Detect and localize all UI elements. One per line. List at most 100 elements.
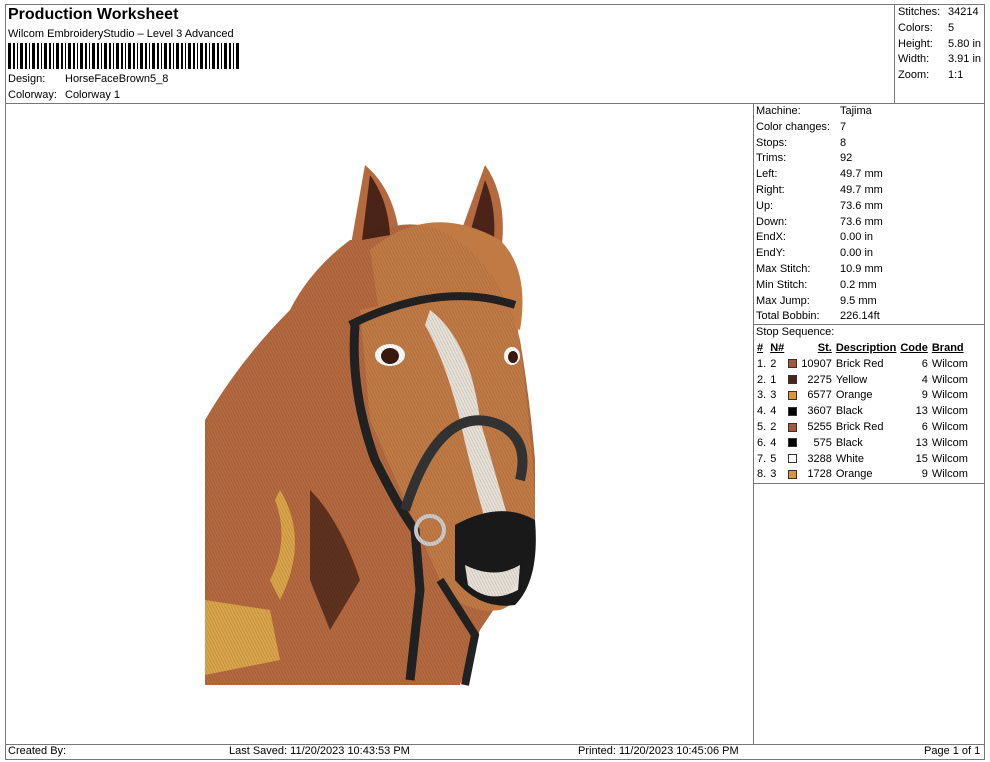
barcode xyxy=(8,43,239,69)
color-swatch-box xyxy=(788,390,798,400)
stop-num: 7. xyxy=(757,452,767,465)
page-number: Page 1 of 1 xyxy=(924,745,981,757)
stop-stitches: 575 xyxy=(813,436,832,449)
summary-divider xyxy=(894,4,895,103)
stop-row: 7. 5 3288 White 15 Wilcom xyxy=(755,452,970,468)
machine-info-value: 0.00 in xyxy=(840,231,874,244)
summary-label: Height: xyxy=(898,37,933,50)
stop-needle: 4 xyxy=(770,405,777,418)
col-code: Code xyxy=(900,342,928,354)
summary-label: Width: xyxy=(898,53,930,66)
page-title: Production Worksheet xyxy=(8,6,179,23)
machine-info-label: Up: xyxy=(756,199,774,212)
stop-sequence-divider xyxy=(753,324,985,325)
stop-stitches: 5255 xyxy=(807,420,832,433)
summary-value: 5 xyxy=(948,21,955,34)
machine-info-label: Total Bobbin: xyxy=(756,310,820,323)
color-swatch xyxy=(786,373,799,389)
stop-stitches: 10907 xyxy=(801,357,832,370)
last-saved: Last Saved: 11/20/2023 10:43:53 PM xyxy=(229,745,410,757)
colorway-label: Colorway: xyxy=(8,89,57,101)
stop-needle: 2 xyxy=(770,420,777,433)
color-swatch-box xyxy=(788,438,798,448)
color-swatch-box xyxy=(788,454,798,464)
stop-stitches: 3288 xyxy=(807,452,832,465)
stop-sequence-title: Stop Sequence: xyxy=(756,326,835,338)
stop-num: 8. xyxy=(757,468,767,481)
stop-brand: Wilcom xyxy=(931,357,968,370)
summary-label: Stitches: xyxy=(898,6,941,18)
stop-description: White xyxy=(835,452,864,465)
horse-face-embroidery xyxy=(205,165,536,686)
design-preview xyxy=(205,165,536,686)
stop-sequence-table: # N# St. Description Code Brand 1. 2 10907… xyxy=(755,341,970,483)
stop-row: 1. 2 10907 Brick Red 6 Wilcom xyxy=(755,357,970,373)
col-num: # xyxy=(757,342,764,354)
stop-brand: Wilcom xyxy=(931,373,968,386)
machine-info-label: Color changes: xyxy=(756,120,830,133)
machine-info-label: Trims: xyxy=(756,152,787,165)
stop-stitches: 3607 xyxy=(807,405,832,418)
color-swatch-box xyxy=(788,422,798,432)
stop-code: 9 xyxy=(921,389,928,402)
summary-value: 1:1 xyxy=(948,69,964,82)
header-divider xyxy=(5,103,985,104)
stop-description: Brick Red xyxy=(835,420,884,433)
stop-stitches: 1728 xyxy=(807,468,832,481)
machine-info-label: Left: xyxy=(756,168,778,181)
machine-info-value: 10.9 mm xyxy=(840,263,883,275)
colorway-value: Colorway 1 xyxy=(65,89,121,101)
machine-info-value: 49.7 mm xyxy=(840,168,883,181)
stop-code: 6 xyxy=(921,357,928,370)
machine-info-label: EndY: xyxy=(756,247,786,260)
color-swatch xyxy=(786,436,799,452)
stop-needle: 3 xyxy=(770,468,777,481)
design-label: Design: xyxy=(8,73,46,85)
stop-code: 6 xyxy=(921,420,928,433)
footer-divider xyxy=(5,744,985,745)
color-swatch xyxy=(786,420,799,436)
color-swatch xyxy=(786,452,799,468)
info-panel-divider xyxy=(753,103,754,745)
stop-description: Orange xyxy=(835,389,873,402)
design-row: Design: HorseFaceBrown5_8 xyxy=(8,73,168,85)
stop-brand: Wilcom xyxy=(931,405,968,418)
machine-info-value: 0.2 mm xyxy=(840,278,877,291)
machine-info-value: 0.00 in xyxy=(840,247,874,260)
machine-info-label: Machine: xyxy=(756,105,801,117)
stop-brand: Wilcom xyxy=(931,436,968,449)
machine-info-value: 9.5 mm xyxy=(840,294,877,307)
stop-code: 13 xyxy=(915,436,928,449)
stop-row: 6. 4 575 Black 13 Wilcom xyxy=(755,436,970,452)
stop-brand: Wilcom xyxy=(931,420,968,433)
software-subtitle: Wilcom EmbroideryStudio – Level 3 Advanc… xyxy=(8,28,234,40)
machine-info-label: Max Stitch: xyxy=(756,263,811,275)
machine-info-label: Max Jump: xyxy=(756,294,810,307)
stop-num: 1. xyxy=(757,357,767,370)
machine-info-value: Tajima xyxy=(840,105,872,117)
machine-info-label: Stops: xyxy=(756,136,788,149)
stop-num: 4. xyxy=(757,405,767,418)
stop-needle: 3 xyxy=(770,389,777,402)
design-value: HorseFaceBrown5_8 xyxy=(65,73,169,85)
summary-label: Colors: xyxy=(898,21,933,34)
printed-date: Printed: 11/20/2023 10:45:06 PM xyxy=(578,745,739,757)
machine-info-value: 226.14ft xyxy=(840,310,880,323)
machine-info-value: 92 xyxy=(840,152,853,165)
stop-row: 4. 4 3607 Black 13 Wilcom xyxy=(755,404,970,420)
colorway-row: Colorway: Colorway 1 xyxy=(8,89,120,101)
color-swatch xyxy=(786,388,799,404)
stitch-texture xyxy=(205,224,535,685)
stop-code: 15 xyxy=(915,452,928,465)
col-description: Description xyxy=(835,342,897,354)
stop-code: 13 xyxy=(915,405,928,418)
stop-num: 5. xyxy=(757,420,767,433)
summary-label: Zoom: xyxy=(898,69,930,82)
stop-stitches: 2275 xyxy=(807,373,832,386)
stop-num: 6. xyxy=(757,436,767,449)
stop-table-header: # N# St. Description Code Brand xyxy=(755,341,970,357)
machine-info-value: 8 xyxy=(840,136,847,149)
color-swatch xyxy=(786,404,799,420)
stop-code: 9 xyxy=(921,468,928,481)
summary-value: 3.91 in xyxy=(948,53,982,66)
